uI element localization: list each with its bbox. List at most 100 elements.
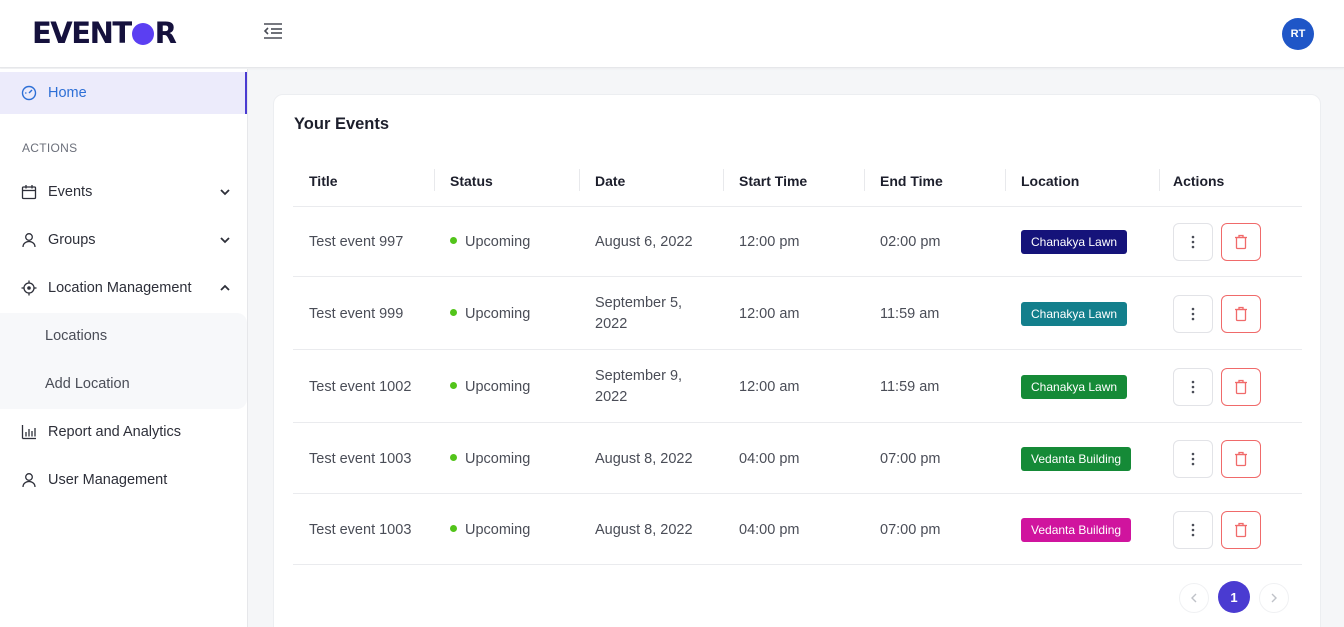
- more-actions-button[interactable]: [1173, 511, 1213, 549]
- cell-title: Test event 1003: [309, 451, 412, 467]
- location-tag: Chanakya Lawn: [1021, 375, 1128, 399]
- cell-date: August 8, 2022: [595, 520, 693, 541]
- events-card: Your Events Title Status Date Start Time…: [273, 94, 1321, 627]
- status-text: Upcoming: [465, 379, 531, 395]
- date-line: August 8, 2022: [595, 522, 693, 538]
- user-icon: [21, 472, 37, 488]
- logo-text-b: R: [154, 16, 177, 50]
- pagination-page-button[interactable]: 1: [1218, 581, 1250, 613]
- cell-title: Test event 1003: [309, 522, 412, 538]
- sidebar-subitem-add-location[interactable]: Add Location: [45, 376, 130, 392]
- delete-button[interactable]: [1221, 223, 1261, 261]
- column-header-end-time[interactable]: End Time: [880, 173, 943, 189]
- delete-button[interactable]: [1221, 295, 1261, 333]
- trash-icon: [1235, 522, 1247, 538]
- eventor-logo[interactable]: EVENT R: [32, 16, 177, 50]
- cell-end-time: 02:00 pm: [880, 234, 941, 250]
- bar-chart-icon: [21, 424, 37, 440]
- status-badge: Upcoming: [450, 377, 530, 398]
- column-header-location[interactable]: Location: [1021, 173, 1079, 189]
- column-divider: [579, 169, 580, 191]
- sidebar-item-report-analytics[interactable]: Report and Analytics: [0, 411, 247, 453]
- date-line: August 6, 2022: [595, 234, 693, 250]
- column-header-title[interactable]: Title: [309, 173, 338, 189]
- sidebar-item-label: Events: [48, 184, 93, 200]
- status-dot-icon: [450, 309, 457, 316]
- status-text: Upcoming: [465, 306, 531, 322]
- more-vertical-icon: [1191, 307, 1195, 321]
- column-header-status[interactable]: Status: [450, 173, 493, 189]
- more-actions-button[interactable]: [1173, 440, 1213, 478]
- status-badge: Upcoming: [450, 449, 530, 470]
- sidebar-item-location-management[interactable]: Location Management: [0, 267, 247, 309]
- sidebar-item-user-management[interactable]: User Management: [0, 459, 247, 501]
- delete-button[interactable]: [1221, 368, 1261, 406]
- chevron-down-icon: [219, 234, 231, 246]
- more-vertical-icon: [1191, 452, 1195, 466]
- cell-title: Test event 1002: [309, 379, 412, 395]
- pagination-next-button[interactable]: [1259, 583, 1289, 613]
- sidebar-item-groups[interactable]: Groups: [0, 219, 247, 261]
- page-title: Your Events: [294, 115, 390, 133]
- trash-icon: [1235, 234, 1247, 250]
- dashboard-icon: [21, 85, 37, 101]
- location-submenu: Locations Add Location: [0, 313, 247, 409]
- sidebar-item-home[interactable]: Home: [0, 72, 247, 114]
- status-text: Upcoming: [465, 522, 531, 538]
- sidebar-item-events[interactable]: Events: [0, 171, 247, 213]
- location-tag: Vedanta Building: [1021, 447, 1132, 471]
- sidebar: Home ACTIONS Events Groups Location Mana…: [0, 69, 248, 627]
- status-dot-icon: [450, 382, 457, 389]
- table-divider: [293, 564, 1302, 565]
- table-divider: [293, 422, 1302, 423]
- logo-o-mark: [131, 23, 154, 45]
- cell-date: September 5, 2022: [595, 293, 682, 335]
- trash-icon: [1235, 379, 1247, 395]
- table-divider: [293, 493, 1302, 494]
- more-vertical-icon: [1191, 380, 1195, 394]
- column-header-start-time[interactable]: Start Time: [739, 173, 807, 189]
- pagination-prev-button[interactable]: [1179, 583, 1209, 613]
- delete-button[interactable]: [1221, 440, 1261, 478]
- more-actions-button[interactable]: [1173, 368, 1213, 406]
- date-line: September 9,: [595, 368, 683, 384]
- location-tag: Chanakya Lawn: [1021, 230, 1128, 254]
- delete-button[interactable]: [1221, 511, 1261, 549]
- more-actions-button[interactable]: [1173, 223, 1213, 261]
- user-icon: [21, 232, 37, 248]
- status-text: Upcoming: [465, 451, 531, 467]
- date-line: 2022: [595, 316, 628, 332]
- cell-end-time: 07:00 pm: [880, 522, 941, 538]
- status-badge: Upcoming: [450, 304, 530, 325]
- sidebar-subitem-locations[interactable]: Locations: [45, 328, 107, 344]
- column-divider: [1005, 169, 1006, 191]
- chevron-left-icon: [1191, 593, 1197, 603]
- more-vertical-icon: [1191, 235, 1195, 249]
- chevron-up-icon: [219, 282, 231, 294]
- table-divider: [293, 276, 1302, 277]
- table-divider: [293, 349, 1302, 350]
- column-divider: [434, 169, 435, 191]
- sidebar-item-label: Groups: [48, 232, 96, 248]
- table-divider: [293, 206, 1302, 207]
- sidebar-item-label: Home: [48, 85, 87, 101]
- column-header-date[interactable]: Date: [595, 173, 625, 189]
- sidebar-item-label: User Management: [48, 472, 168, 488]
- cell-start-time: 12:00 pm: [739, 234, 800, 250]
- cell-end-time: 11:59 am: [880, 306, 940, 322]
- cell-title: Test event 999: [309, 306, 404, 322]
- section-label-actions: ACTIONS: [22, 141, 78, 155]
- trash-icon: [1235, 451, 1247, 467]
- user-avatar[interactable]: RT: [1282, 18, 1314, 50]
- cell-start-time: 04:00 pm: [739, 451, 800, 467]
- column-divider: [864, 169, 865, 191]
- cell-date: September 9, 2022: [595, 366, 682, 408]
- cell-end-time: 07:00 pm: [880, 451, 941, 467]
- sidebar-item-label: Report and Analytics: [48, 424, 181, 440]
- more-actions-button[interactable]: [1173, 295, 1213, 333]
- chevron-right-icon: [1271, 593, 1277, 603]
- date-line: September 5,: [595, 295, 683, 311]
- top-header: EVENT R RT: [0, 0, 1344, 68]
- menu-collapse-icon[interactable]: [263, 22, 283, 40]
- trash-icon: [1235, 306, 1247, 322]
